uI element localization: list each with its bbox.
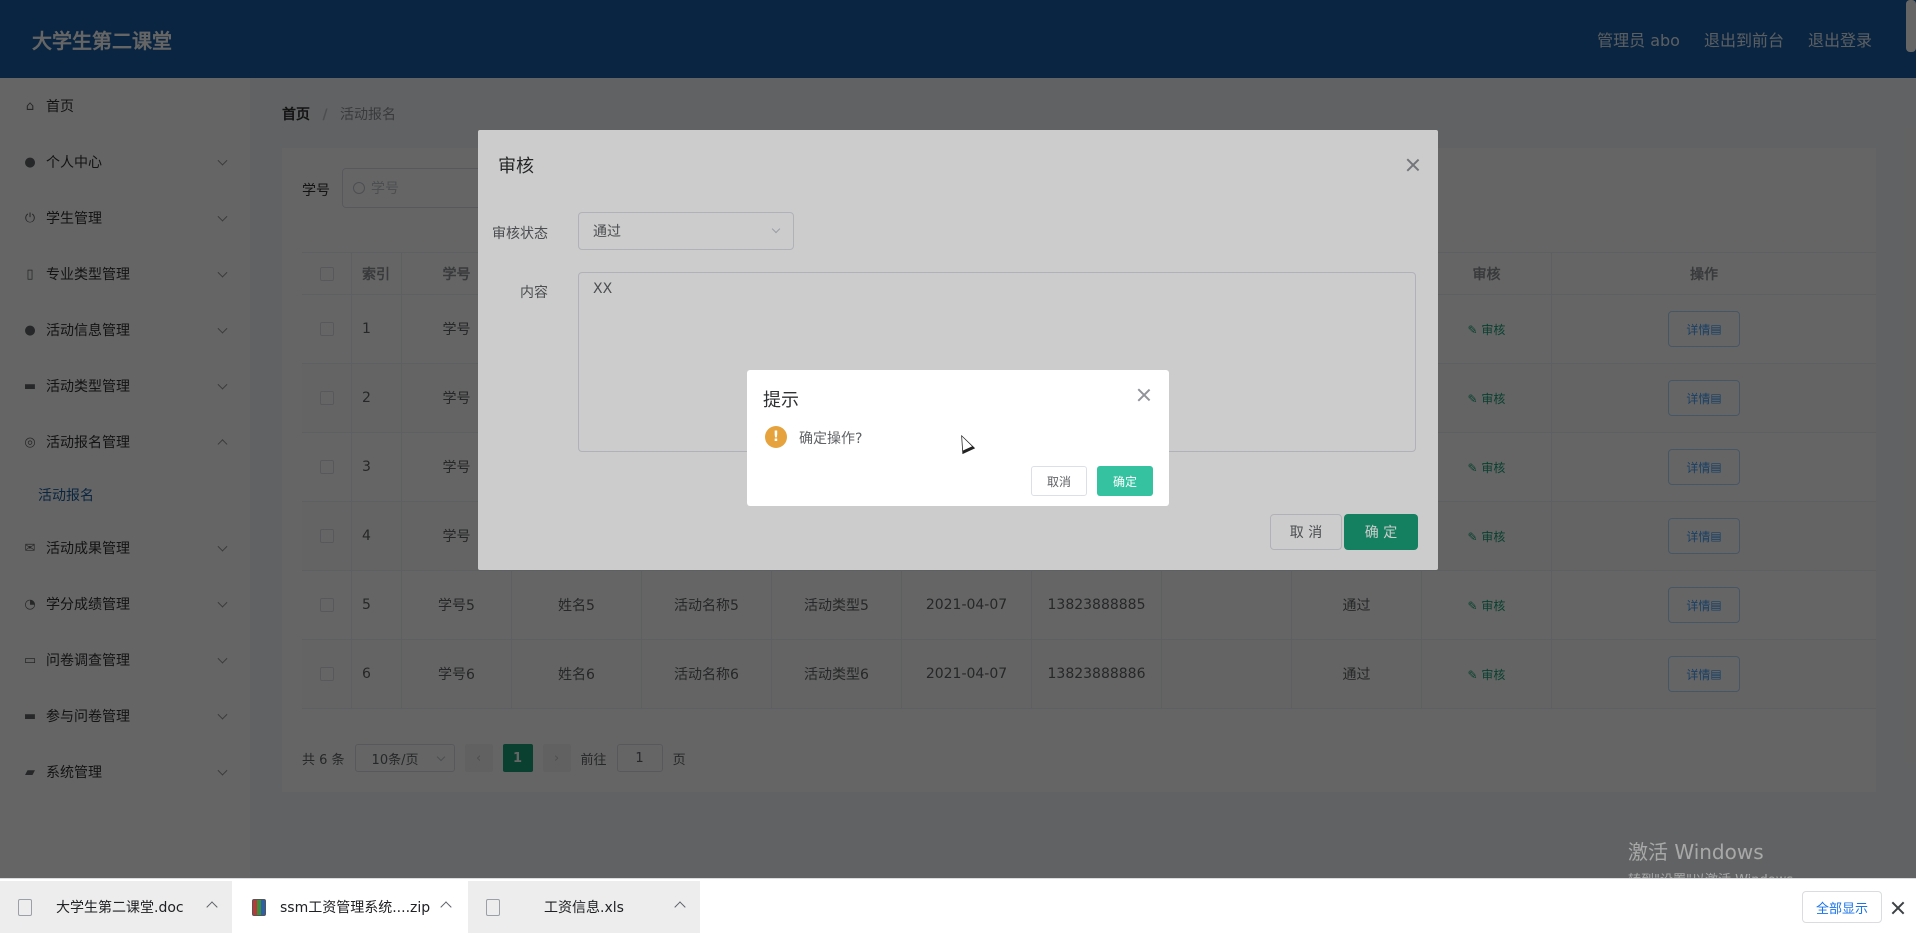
watermark-title: 激活 Windows [1628, 840, 1764, 864]
download-filename: ssm工资管理系统....zip [280, 900, 431, 916]
close-icon[interactable] [1137, 388, 1151, 402]
close-icon[interactable] [1891, 901, 1905, 915]
xls-file-icon [486, 898, 500, 916]
confirm-cancel-button[interactable]: 取消 [1031, 466, 1087, 496]
chevron-up-icon[interactable] [206, 901, 218, 913]
download-item[interactable]: ssm工资管理系统....zip [234, 881, 466, 933]
download-item[interactable]: 大学生第二课堂.doc [0, 881, 232, 933]
download-filename: 工资信息.xls [544, 900, 624, 916]
chevron-up-icon[interactable] [440, 901, 452, 913]
download-bar: 大学生第二课堂.doc ssm工资管理系统....zip 工资信息.xls 全部… [0, 878, 1916, 936]
confirm-message: 确定操作? [799, 431, 863, 447]
warning-icon: ! [765, 426, 787, 448]
show-all-downloads-button[interactable]: 全部显示 [1802, 891, 1882, 923]
doc-file-icon [18, 898, 32, 916]
confirm-title: 提示 [763, 390, 799, 411]
confirm-ok-button[interactable]: 确定 [1097, 466, 1153, 496]
chevron-up-icon[interactable] [674, 901, 686, 913]
download-filename: 大学生第二课堂.doc [56, 900, 184, 916]
zip-file-icon [252, 898, 266, 916]
download-item[interactable]: 工资信息.xls [468, 881, 700, 933]
